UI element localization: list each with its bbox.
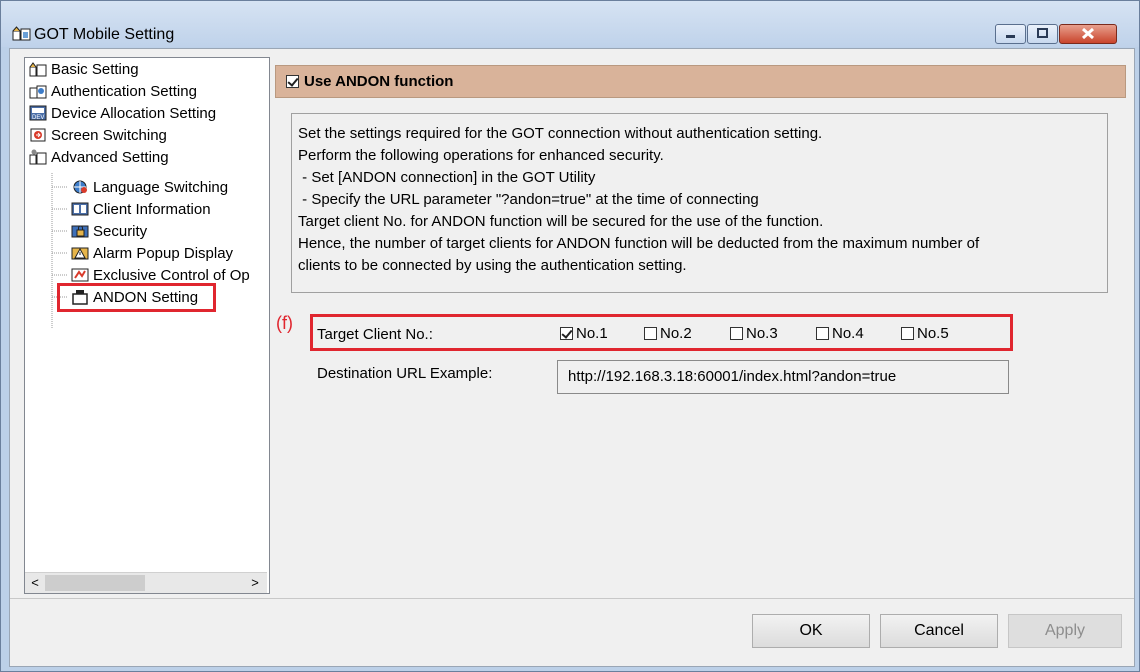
tree-item-advanced-setting[interactable]: Advanced Setting [29, 146, 169, 168]
tree-item-label: Exclusive Control of Op [93, 266, 250, 284]
tree-item-label: Screen Switching [51, 126, 167, 144]
scroll-right-button[interactable]: > [247, 574, 263, 592]
got-mobile-setting-window: GOT Mobile Setting Basic Setting Authent… [0, 0, 1140, 672]
tree-item-screen-switching[interactable]: Screen Switching [29, 124, 167, 146]
language-icon [73, 180, 87, 194]
dialog-body: Basic Setting Authentication Setting DEV… [9, 48, 1135, 667]
tree-item-label: Basic Setting [51, 60, 139, 78]
description-line: clients to be connected by using the aut… [298, 257, 687, 274]
description-line: Set the settings required for the GOT co… [298, 125, 823, 142]
no5-label: No.5 [917, 325, 949, 342]
no4-checkbox[interactable] [816, 327, 829, 340]
footer-separator [10, 598, 1134, 599]
no2-checkbox[interactable] [644, 327, 657, 340]
close-button[interactable] [1059, 24, 1117, 44]
tree-item-device-allocation-setting[interactable]: DEV Device Allocation Setting [29, 102, 216, 124]
no2-label: No.2 [660, 325, 692, 342]
andon-description: Set the settings required for the GOT co… [291, 113, 1108, 293]
use-andon-label: Use ANDON function [304, 73, 454, 90]
description-line: Target client No. for ANDON function wil… [298, 213, 824, 230]
client-info-icon [71, 202, 89, 216]
tree-item-language-switching[interactable]: Language Switching [71, 176, 228, 198]
use-andon-checkbox[interactable] [286, 75, 299, 88]
tree-item-label: Security [93, 222, 148, 240]
tree-item-security[interactable]: Security [71, 220, 147, 242]
tree-item-label: Advanced Setting [51, 148, 169, 166]
window-title: GOT Mobile Setting [34, 26, 175, 43]
no1-checkbox[interactable] [560, 327, 573, 340]
advanced-setting-icon [29, 149, 47, 165]
no3-checkbox[interactable] [730, 327, 743, 340]
exclusive-control-icon [71, 268, 89, 282]
tree-item-label: Client Information [93, 200, 211, 218]
tree-item-label: Device Allocation Setting [51, 104, 217, 122]
description-line: - Specify the URL parameter "?andon=true… [298, 191, 759, 208]
basic-setting-icon [29, 62, 47, 77]
tree-item-authentication-setting[interactable]: Authentication Setting [29, 80, 197, 102]
target-client-label: Target Client No.: [317, 326, 433, 343]
minimize-button[interactable] [995, 24, 1026, 44]
close-icon [1081, 27, 1095, 40]
target-client-no2[interactable]: No.2 [644, 325, 692, 342]
tree-item-label: Language Switching [93, 178, 229, 196]
tree-item-alarm-popup-display[interactable]: Alarm Popup Display [71, 242, 233, 264]
target-client-no4[interactable]: No.4 [816, 325, 864, 342]
use-andon-checkbox-row[interactable]: Use ANDON function [286, 73, 453, 90]
tree-item-label: Authentication Setting [51, 82, 197, 100]
security-icon [71, 225, 89, 238]
title-bar[interactable]: GOT Mobile Setting [1, 1, 1139, 47]
no5-checkbox[interactable] [901, 327, 914, 340]
svg-text:DEV: DEV [32, 115, 44, 121]
andon-setting-highlight [57, 283, 216, 312]
cancel-button[interactable]: Cancel [880, 614, 998, 648]
authentication-icon [29, 85, 47, 99]
maximize-button[interactable] [1027, 24, 1058, 44]
scroll-left-button[interactable]: < [27, 574, 43, 592]
app-icon [12, 26, 31, 41]
no3-label: No.3 [746, 325, 778, 342]
tree-item-basic-setting[interactable]: Basic Setting [29, 58, 139, 80]
apply-button[interactable]: Apply [1008, 614, 1122, 648]
target-client-no3[interactable]: No.3 [730, 325, 778, 342]
tree-item-client-information[interactable]: Client Information [71, 198, 211, 220]
ok-button[interactable]: OK [752, 614, 870, 648]
no4-label: No.4 [832, 325, 864, 342]
screen-switching-icon [30, 128, 46, 142]
scroll-thumb[interactable] [45, 575, 145, 591]
tree-horizontal-scrollbar[interactable]: < > [25, 572, 267, 593]
tree-item-label: Alarm Popup Display [93, 244, 234, 262]
destination-url-field: http://192.168.3.18:60001/index.html?and… [557, 360, 1009, 394]
minimize-icon [1006, 35, 1015, 38]
alarm-icon [71, 247, 89, 260]
target-client-no5[interactable]: No.5 [901, 325, 949, 342]
use-andon-header: Use ANDON function [275, 65, 1126, 98]
device-icon: DEV [29, 105, 47, 121]
description-line: Hence, the number of target clients for … [298, 235, 980, 252]
target-client-no1[interactable]: No.1 [560, 325, 608, 342]
description-line: - Set [ANDON connection] in the GOT Util… [298, 169, 596, 186]
settings-tree[interactable]: Basic Setting Authentication Setting DEV… [24, 57, 270, 594]
description-line: Perform the following operations for enh… [298, 147, 664, 164]
annotation-label: (f) [276, 313, 293, 333]
no1-label: No.1 [576, 325, 608, 342]
maximize-icon [1037, 28, 1048, 38]
destination-url-label: Destination URL Example: [317, 365, 493, 382]
